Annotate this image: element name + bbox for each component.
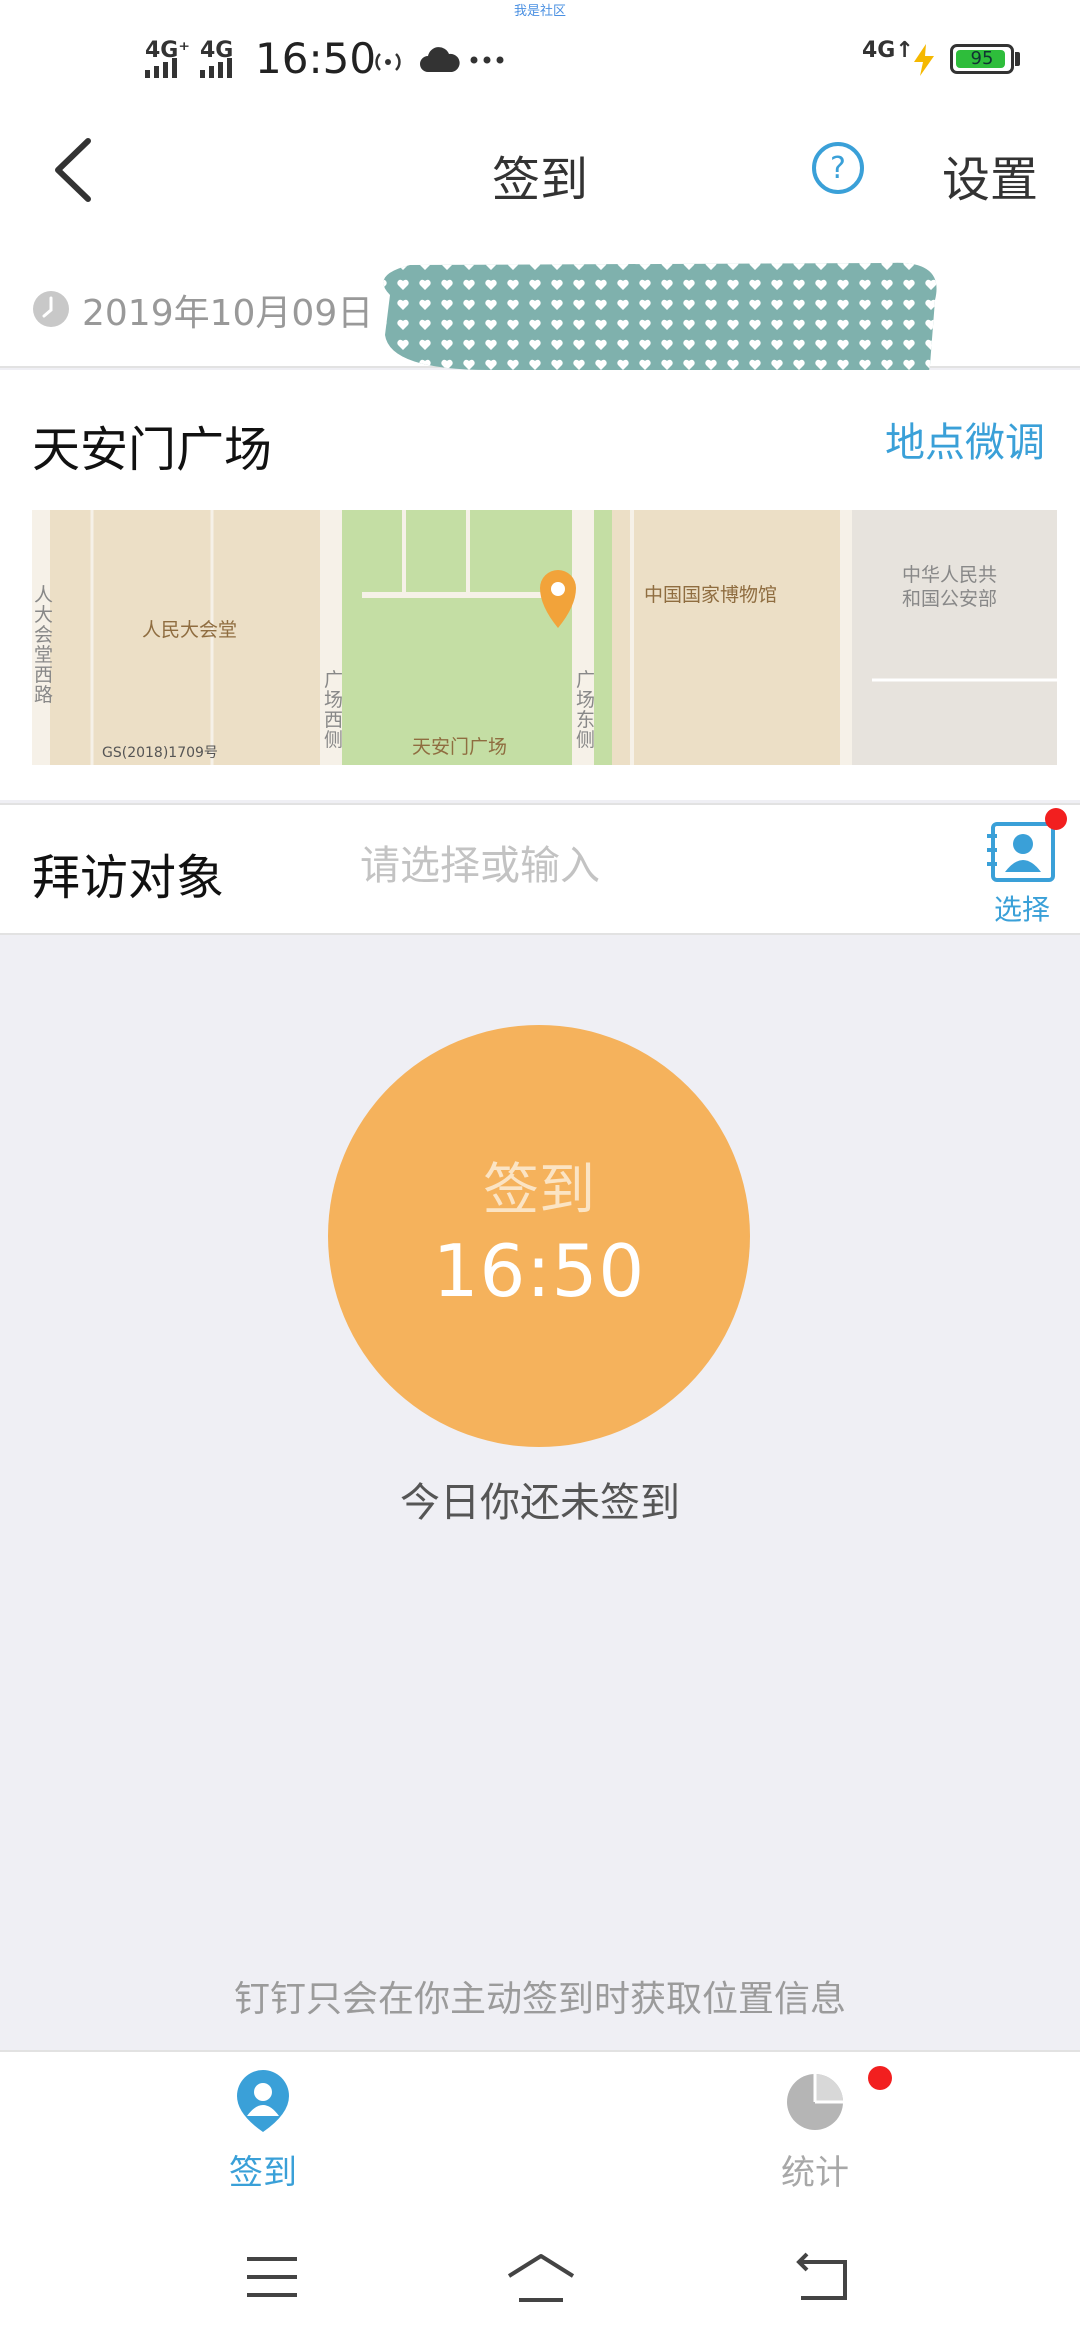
map-label: 和国公安部 xyxy=(902,588,998,610)
choose-contact-button[interactable]: 选择 xyxy=(0,888,1050,928)
map-label: 中华人民共 xyxy=(902,564,998,586)
status-time: 16:50 xyxy=(255,34,377,83)
privacy-note: 钉钉只会在你主动签到时获取位置信息 xyxy=(233,1979,846,2020)
svg-text:?: ? xyxy=(830,151,846,186)
map-label: 广场东侧 xyxy=(576,669,596,751)
signal-3: 4G↑ xyxy=(862,38,914,63)
user-pin-icon[interactable] xyxy=(235,2068,291,2134)
map-license: GS(2018)1709号 xyxy=(102,745,218,761)
page-title: 签到 xyxy=(491,152,588,208)
tab-checkin[interactable]: 签到 xyxy=(0,2145,526,2194)
cloud-icon xyxy=(420,47,460,72)
pie-chart-icon[interactable] xyxy=(785,2072,845,2132)
battery-percent: 95 xyxy=(970,48,994,69)
hotspot-icon xyxy=(375,53,401,71)
map-label: 中国国家博物馆 xyxy=(644,584,778,606)
signal-bars-icon xyxy=(145,58,177,78)
signal-bars-icon xyxy=(200,58,232,78)
tab-statistics[interactable]: 统计 xyxy=(550,2145,1080,2194)
checkin-time: 16:50 xyxy=(432,1229,646,1313)
location-name: 天安门广场 xyxy=(32,422,273,478)
settings-button[interactable]: 设置 xyxy=(942,140,1038,210)
battery-tip xyxy=(1015,52,1020,66)
map-label: 天安门广场 xyxy=(412,736,508,758)
return-icon[interactable] xyxy=(795,2252,851,2302)
map-label: 人民大会堂 xyxy=(142,619,238,641)
checkin-label: 签到 xyxy=(483,1158,595,1223)
notification-dot xyxy=(868,2066,892,2090)
more-dots-icon xyxy=(470,56,504,64)
map-label: 广场西侧 xyxy=(324,669,344,751)
location-adjust-button[interactable]: 地点微调 xyxy=(885,410,1045,468)
location-map[interactable]: 人民大会堂 中国国家博物馆 中华人民共 和国公安部 天安门广场 人大会堂西路 广… xyxy=(32,510,1057,765)
charging-bolt-icon xyxy=(914,44,934,76)
date-text: 2019年10月09日 xyxy=(82,293,374,334)
menu-icon[interactable] xyxy=(245,2255,299,2299)
clock-icon xyxy=(33,291,69,327)
watermark: 我是社区 xyxy=(513,4,566,19)
visit-input[interactable] xyxy=(360,836,960,896)
checkin-button[interactable]: 签到 16:50 xyxy=(328,1025,750,1447)
notification-dot xyxy=(1045,808,1067,830)
tab-bar xyxy=(0,2050,1080,2220)
battery-icon: 95 xyxy=(950,44,1014,74)
contact-card-icon[interactable] xyxy=(985,818,1059,886)
checkin-status: 今日你还未签到 xyxy=(400,1480,680,1526)
map-label: 人大会堂西路 xyxy=(34,584,54,706)
home-icon[interactable] xyxy=(505,2252,577,2304)
help-icon[interactable]: ? xyxy=(810,140,866,196)
